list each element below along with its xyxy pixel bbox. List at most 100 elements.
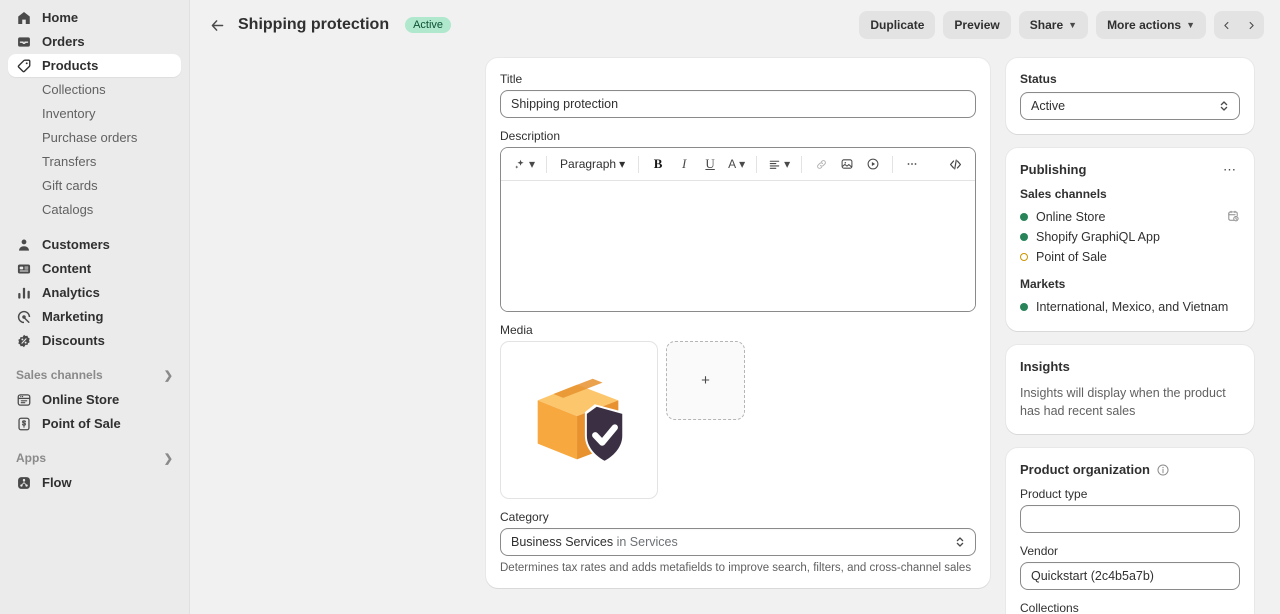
insights-card-body: Insights will display when the product h…: [1020, 386, 1226, 419]
bold-button[interactable]: B: [646, 152, 670, 176]
sidebar-label: Purchase orders: [42, 130, 138, 145]
next-product-button[interactable]: [1239, 11, 1264, 39]
main-sidebar: Home Orders Products Collections Invento…: [0, 0, 190, 614]
divider: [801, 155, 803, 173]
status-badge: Active: [405, 17, 452, 33]
orders-icon: [16, 34, 32, 50]
product-image-thumbnail[interactable]: [500, 341, 658, 499]
sidebar-item-discounts[interactable]: Discounts: [8, 329, 181, 352]
sidebar-label: Catalogs: [42, 202, 94, 217]
status-dot-warning: [1020, 253, 1028, 261]
sidebar-item-analytics[interactable]: Analytics: [8, 281, 181, 304]
info-circle-icon[interactable]: [1156, 463, 1170, 477]
sidebar-item-point-of-sale[interactable]: Point of Sale: [8, 412, 181, 435]
channel-row-graphiql-app[interactable]: Shopify GraphiQL App: [1020, 227, 1240, 247]
status-dot-active: [1020, 213, 1028, 221]
sidebar-item-catalogs[interactable]: Catalogs: [8, 198, 181, 221]
preview-button[interactable]: Preview: [943, 11, 1011, 39]
sidebar-label: Point of Sale: [42, 416, 121, 431]
sidebar-item-collections[interactable]: Collections: [8, 78, 181, 101]
title-input-value: Shipping protection: [511, 97, 619, 111]
chevron-updown-icon: [955, 535, 965, 549]
sidebar-label: Marketing: [42, 309, 104, 324]
sidebar-item-customers[interactable]: Customers: [8, 233, 181, 256]
italic-button[interactable]: I: [672, 152, 696, 176]
sidebar-label: Online Store: [42, 392, 120, 407]
insights-card: Insights Insights will display when the …: [1006, 345, 1254, 435]
sidebar-item-content[interactable]: Content: [8, 257, 181, 280]
publishing-card-header: Publishing ⋯: [1020, 162, 1240, 177]
sidebar-label: Collections: [42, 82, 106, 97]
vendor-input[interactable]: Quickstart (2c4b5a7b): [1020, 562, 1240, 591]
more-actions-button[interactable]: More actions ▼: [1096, 11, 1206, 39]
channel-row-point-of-sale[interactable]: Point of Sale: [1020, 247, 1240, 267]
sidebar-item-orders[interactable]: Orders: [8, 30, 181, 53]
publishing-card-title: Publishing: [1020, 162, 1087, 177]
secondary-column: Status Active Publishing ⋯ Sales channel…: [1006, 58, 1254, 614]
channel-row-online-store[interactable]: Online Store: [1020, 207, 1240, 227]
product-organization-card: Product organization Product type Vendor…: [1006, 448, 1254, 614]
product-type-input[interactable]: [1020, 505, 1240, 534]
add-media-button[interactable]: +: [666, 341, 745, 420]
shipping-protection-illustration: [537, 378, 625, 464]
underline-button[interactable]: U: [698, 152, 722, 176]
media-list: +: [500, 341, 976, 499]
sidebar-item-inventory[interactable]: Inventory: [8, 102, 181, 125]
sidebar-label: Gift cards: [42, 178, 98, 193]
code-view-icon[interactable]: [943, 152, 967, 176]
markets-label: Markets: [1020, 277, 1066, 291]
chevron-down-icon: ▼: [1068, 20, 1078, 30]
app-root: Home Orders Products Collections Invento…: [0, 0, 1280, 614]
product-details-card: Title Shipping protection Description ▾: [486, 58, 990, 588]
paragraph-style-dropdown[interactable]: Paragraph ▾: [554, 152, 631, 176]
sidebar-item-purchase-orders[interactable]: Purchase orders: [8, 126, 181, 149]
sidebar-item-transfers[interactable]: Transfers: [8, 150, 181, 173]
category-select[interactable]: Business Services in Services: [500, 528, 976, 556]
discounts-icon: [16, 333, 32, 349]
ai-sparkle-icon[interactable]: ▾: [509, 152, 539, 176]
paragraph-style-label: Paragraph: [560, 157, 617, 171]
sidebar-item-gift-cards[interactable]: Gift cards: [8, 174, 181, 197]
description-textarea[interactable]: [501, 181, 975, 311]
share-button[interactable]: Share ▼: [1018, 11, 1089, 39]
previous-product-button[interactable]: [1214, 11, 1239, 39]
market-row[interactable]: International, Mexico, and Vietnam: [1020, 297, 1240, 317]
sidebar-label: Discounts: [42, 333, 105, 348]
category-value-primary: Business Services: [511, 535, 614, 549]
duplicate-button[interactable]: Duplicate: [859, 11, 936, 39]
sidebar-item-online-store[interactable]: Online Store: [8, 388, 181, 411]
primary-column: Title Shipping protection Description ▾: [486, 58, 990, 614]
align-left-icon[interactable]: ▾: [764, 152, 794, 176]
more-horizontal-icon[interactable]: [900, 152, 924, 176]
back-arrow-icon[interactable]: [204, 12, 230, 38]
sidebar-item-home[interactable]: Home: [8, 6, 181, 29]
collections-label: Collections: [1020, 601, 1079, 614]
sidebar-label: Transfers: [42, 154, 97, 169]
more-horizontal-icon[interactable]: ⋯: [1220, 163, 1240, 176]
insert-video-icon[interactable]: [861, 152, 885, 176]
title-input[interactable]: Shipping protection: [500, 90, 976, 118]
sidebar-item-flow[interactable]: Flow: [8, 471, 181, 494]
sidebar-label: Content: [42, 261, 92, 276]
sidebar-label: Flow: [42, 475, 72, 490]
sidebar-label: Products: [42, 58, 99, 73]
sidebar-item-marketing[interactable]: Marketing: [8, 305, 181, 328]
text-color-button[interactable]: A ▾: [724, 152, 749, 176]
divider: [892, 155, 894, 173]
sidebar-section-sales-channels[interactable]: Sales channels ❯: [8, 364, 181, 386]
vendor-value: Quickstart (2c4b5a7b): [1031, 569, 1154, 584]
sidebar-item-products[interactable]: Products: [8, 54, 181, 77]
marketing-icon: [16, 309, 32, 325]
status-select[interactable]: Active: [1020, 92, 1240, 120]
calendar-clock-icon[interactable]: [1226, 209, 1240, 226]
description-editor: ▾ Paragraph ▾ B I U A ▾ ▾: [500, 147, 976, 312]
link-icon[interactable]: [809, 152, 833, 176]
chevron-right-icon: ❯: [163, 452, 173, 465]
sidebar-section-apps[interactable]: Apps ❯: [8, 447, 181, 469]
divider: [546, 155, 548, 173]
insert-image-icon[interactable]: [835, 152, 859, 176]
